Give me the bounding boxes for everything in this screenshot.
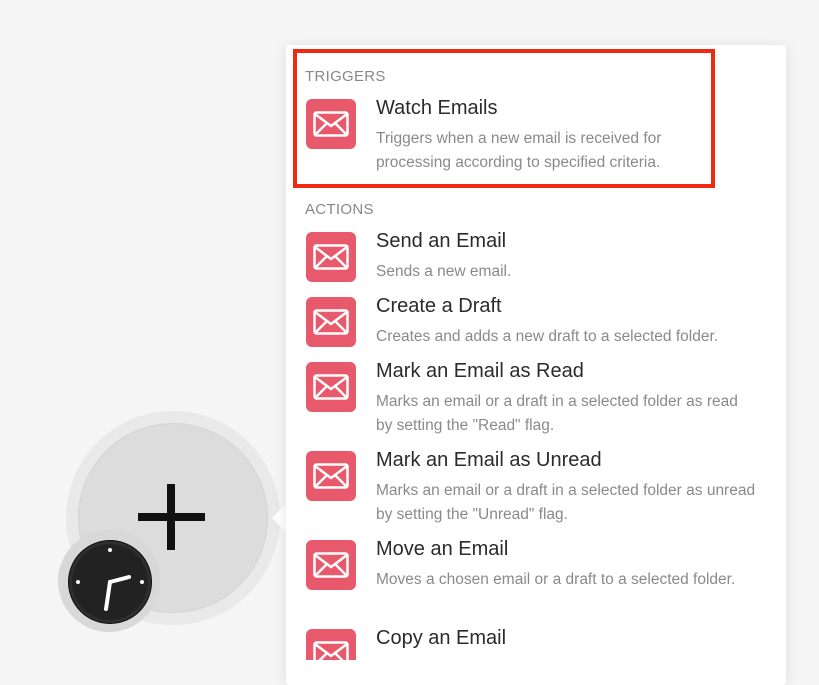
email-envelope-icon: [306, 232, 356, 282]
email-envelope-icon: [306, 451, 356, 501]
list-item-move-email[interactable]: Move an Email Moves a chosen email or a …: [300, 538, 770, 616]
item-title: Send an Email: [376, 230, 507, 252]
list-item-copy-email[interactable]: Copy an Email: [300, 629, 770, 660]
list-item-mark-read[interactable]: Mark an Email as Read Marks an email or …: [300, 360, 770, 438]
item-description: Moves a chosen email or a draft to a sel…: [376, 571, 736, 588]
list-item-watch-emails[interactable]: Watch Emails Triggers when a new email i…: [300, 97, 770, 175]
item-description: Creates and adds a new draft to a select…: [376, 328, 719, 345]
triggers-heading: TRIGGERS: [305, 68, 386, 85]
clock-icon[interactable]: [68, 540, 152, 624]
actions-heading: ACTIONS: [305, 201, 374, 218]
item-description: Marks an email or a draft in a selected …: [376, 393, 738, 434]
item-description: Marks an email or a draft in a selected …: [376, 482, 756, 523]
email-envelope-icon: [306, 629, 356, 660]
email-envelope-icon: [306, 99, 356, 149]
item-title: Mark an Email as Read: [376, 360, 584, 382]
panel-pointer: [272, 504, 286, 532]
email-envelope-icon: [306, 540, 356, 590]
item-title: Copy an Email: [376, 629, 507, 649]
item-title: Mark an Email as Unread: [376, 449, 602, 471]
item-title: Create a Draft: [376, 295, 502, 317]
item-description: Sends a new email.: [376, 263, 512, 280]
item-title: Watch Emails: [376, 97, 498, 119]
email-envelope-icon: [306, 297, 356, 347]
item-title: Move an Email: [376, 538, 509, 560]
list-item-mark-unread[interactable]: Mark an Email as Unread Marks an email o…: [300, 449, 770, 527]
list-item-send-email[interactable]: Send an Email Sends a new email.: [300, 230, 770, 284]
list-item-create-draft[interactable]: Create a Draft Creates and adds a new dr…: [300, 295, 770, 349]
item-description: Triggers when a new email is received fo…: [376, 130, 662, 171]
email-envelope-icon: [306, 362, 356, 412]
